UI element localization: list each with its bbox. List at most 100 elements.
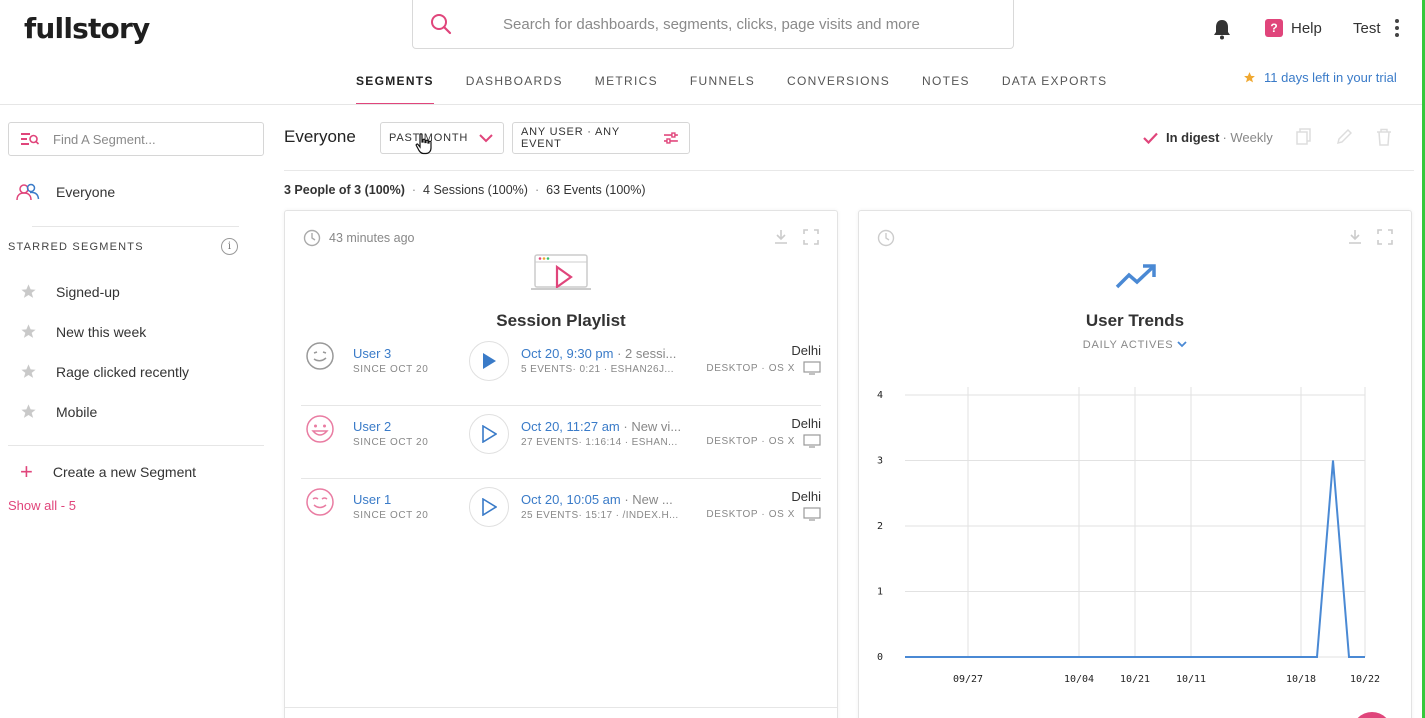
- info-icon[interactable]: i: [221, 238, 238, 255]
- user-event-filter[interactable]: ANY USER · ANY EVENT: [512, 122, 690, 154]
- tab-segments[interactable]: SEGMENTS: [340, 74, 450, 105]
- help-icon: ?: [1265, 19, 1283, 37]
- kebab-menu-icon[interactable]: [1394, 19, 1399, 37]
- session-playlist-card: 43 minutes ago Session Playlist User 3 S…: [284, 210, 838, 718]
- create-segment-button[interactable]: + Create a new Segment: [20, 459, 196, 484]
- global-search[interactable]: [412, 0, 1014, 49]
- session-count: 4 Sessions (100%): [423, 183, 528, 197]
- y-tick-label: 3: [877, 456, 883, 467]
- star-icon[interactable]: [16, 363, 40, 380]
- clock-icon: [877, 229, 895, 247]
- session-date[interactable]: Oct 20, 11:27 am · New vi...: [521, 419, 681, 434]
- checkmark-icon: [1143, 132, 1158, 144]
- plus-icon: +: [20, 459, 33, 484]
- play-button[interactable]: [469, 487, 509, 527]
- tab-funnels[interactable]: FUNNELS: [674, 74, 771, 105]
- sidebar-item-everyone[interactable]: Everyone: [16, 183, 115, 201]
- trash-icon[interactable]: [1376, 128, 1392, 146]
- session-since: SINCE OCT 20: [353, 510, 429, 521]
- trend-up-icon: [1115, 264, 1156, 289]
- filter-search-icon: [21, 133, 39, 145]
- play-icon: [482, 498, 497, 516]
- user-trends-card: User Trends DAILY ACTIVES 0 1 2 3 4 09/27 10/0…: [858, 210, 1412, 718]
- star-icon[interactable]: [16, 283, 40, 300]
- tab-notes[interactable]: NOTES: [906, 74, 986, 105]
- x-tick-label: 10/18: [1286, 674, 1316, 685]
- trial-link[interactable]: 11 days left in your trial: [1243, 70, 1397, 85]
- session-row[interactable]: User 1 SINCE OCT 20 Oct 20, 10:05 am · N…: [301, 479, 821, 552]
- y-tick-label: 4: [877, 390, 883, 401]
- x-tick-label: 10/04: [1064, 674, 1094, 685]
- show-all-link[interactable]: Show all - 5: [8, 498, 76, 513]
- help-button[interactable]: ? Help: [1265, 19, 1322, 37]
- sidebar-item-signed-up[interactable]: Signed-up: [16, 283, 120, 300]
- session-user-link[interactable]: User 1: [353, 492, 391, 507]
- chevron-down-icon: [1177, 341, 1187, 348]
- time-filter-dropdown[interactable]: PAST MONTH: [380, 122, 504, 154]
- bell-icon[interactable]: [1212, 18, 1232, 45]
- people-count: 3 People of 3 (100%): [284, 183, 405, 197]
- y-tick-label: 2: [877, 521, 883, 532]
- session-device: DESKTOP · OS X: [706, 507, 821, 521]
- search-input[interactable]: [503, 15, 1003, 33]
- download-icon[interactable]: [1347, 229, 1363, 245]
- user-name: Test: [1353, 19, 1381, 37]
- x-tick-label: 10/21: [1120, 674, 1150, 685]
- tab-dashboards[interactable]: DASHBOARDS: [450, 74, 579, 105]
- sidebar-item-label: Mobile: [56, 403, 98, 420]
- metric-dropdown[interactable]: DAILY ACTIVES: [859, 339, 1411, 351]
- star-icon: [1244, 72, 1255, 83]
- play-icon: [483, 353, 496, 369]
- sidebar-item-rage-clicked[interactable]: Rage clicked recently: [16, 363, 189, 380]
- session-playlist-title: Session Playlist: [496, 311, 626, 330]
- play-button[interactable]: [469, 414, 509, 454]
- clock-icon: [303, 229, 321, 247]
- session-events: 25 EVENTS· 15:17 · /INDEX.H...: [521, 510, 679, 521]
- sliders-icon: [664, 132, 679, 144]
- user-menu[interactable]: Test: [1353, 19, 1399, 37]
- find-segment-input[interactable]: [53, 131, 253, 147]
- tab-data-exports[interactable]: DATA EXPORTS: [986, 74, 1124, 105]
- card-timestamp: 43 minutes ago: [303, 229, 414, 247]
- session-user-link[interactable]: User 2: [353, 419, 391, 434]
- fullstory-logo[interactable]: fullstory: [24, 12, 150, 45]
- desktop-icon: [803, 361, 821, 375]
- tab-conversions[interactable]: CONVERSIONS: [771, 74, 906, 105]
- download-icon[interactable]: [773, 229, 789, 245]
- star-icon[interactable]: [16, 323, 40, 340]
- find-segment[interactable]: [8, 122, 264, 156]
- fullscreen-icon[interactable]: [1377, 229, 1393, 245]
- session-date[interactable]: Oct 20, 10:05 am · New ...: [521, 492, 681, 507]
- session-user-link[interactable]: User 3: [353, 346, 391, 361]
- digest-label: In digest: [1166, 130, 1220, 145]
- copy-icon[interactable]: [1296, 128, 1312, 146]
- card-timestamp: [877, 229, 895, 247]
- play-button[interactable]: [469, 341, 509, 381]
- session-date[interactable]: Oct 20, 9:30 pm · 2 sessi...: [521, 346, 681, 361]
- card-footer-divider: [285, 707, 837, 708]
- tab-metrics[interactable]: METRICS: [579, 74, 674, 105]
- sidebar-divider: [8, 445, 264, 446]
- digest-status[interactable]: In digest · Weekly: [1143, 130, 1273, 145]
- header-divider: [0, 104, 1425, 105]
- playlist-illustration-icon: [531, 254, 591, 290]
- sidebar-item-mobile[interactable]: Mobile: [16, 403, 97, 420]
- session-row[interactable]: User 2 SINCE OCT 20 Oct 20, 11:27 am · N…: [301, 406, 821, 479]
- desktop-icon: [803, 434, 821, 448]
- sidebar-item-label: Rage clicked recently: [56, 363, 190, 380]
- card-time-text: 43 minutes ago: [329, 231, 415, 245]
- sidebar-item-new-this-week[interactable]: New this week: [16, 323, 146, 340]
- sidebar-item-label: Everyone: [56, 184, 116, 200]
- user-face-icon: [306, 342, 334, 370]
- hand-cursor-icon: [415, 133, 432, 155]
- user-trends-title: User Trends: [1085, 311, 1185, 330]
- x-tick-label: 09/27: [953, 674, 983, 685]
- edit-icon[interactable]: [1336, 128, 1352, 146]
- starred-segments-title: STARRED SEGMENTS: [8, 241, 144, 253]
- session-row[interactable]: User 3 SINCE OCT 20 Oct 20, 9:30 pm · 2 …: [301, 333, 821, 406]
- session-events: 27 EVENTS· 1:16:14 · ESHAN...: [521, 437, 678, 448]
- fullscreen-icon[interactable]: [803, 229, 819, 245]
- help-label: Help: [1291, 19, 1322, 37]
- user-trends-chart: 0 1 2 3 4 09/27 10/04 10/21 10/11 10/18 10/22: [877, 387, 1380, 685]
- star-icon[interactable]: [16, 403, 40, 420]
